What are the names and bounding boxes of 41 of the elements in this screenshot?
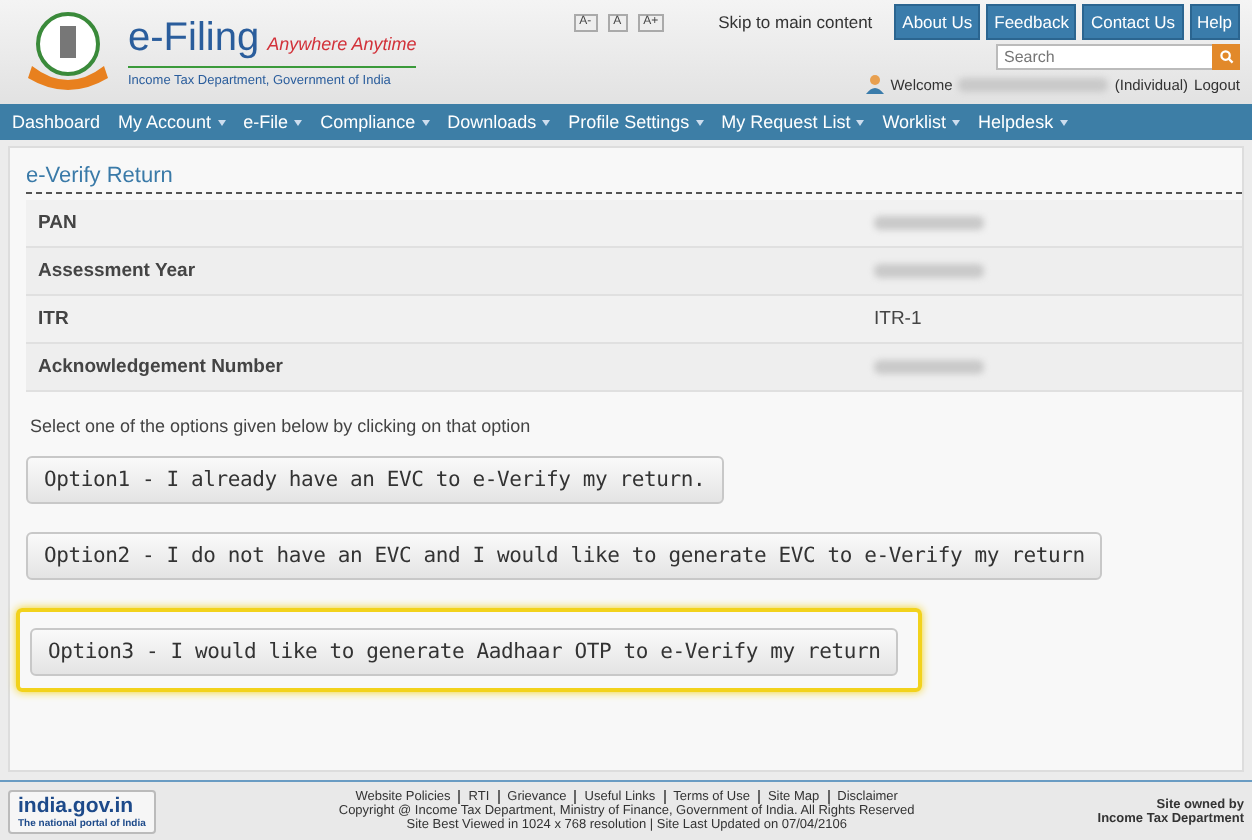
option-button[interactable]: Option2 - I do not have an EVC and I would like to generate EVC to e-Verify my return bbox=[26, 532, 1103, 580]
top-button[interactable]: Help bbox=[1189, 4, 1240, 40]
detail-label: PAN bbox=[38, 212, 79, 234]
caret-icon bbox=[1059, 119, 1068, 125]
caret-icon bbox=[856, 119, 865, 125]
top-button[interactable]: Feedback bbox=[986, 4, 1077, 40]
nav-menu-item[interactable]: Worklist bbox=[882, 112, 947, 132]
nav-menu-item[interactable]: My Request List bbox=[721, 112, 851, 132]
instruction-text: Select one of the options given below by clicking on that option bbox=[30, 416, 533, 436]
brand-name: e-Filing bbox=[128, 16, 260, 62]
redacted-value bbox=[874, 216, 984, 230]
nav-menu-item[interactable]: Downloads bbox=[447, 112, 537, 132]
caret-icon bbox=[217, 119, 226, 125]
option-button[interactable]: Option3 - I would like to generate Aadhaar OTP to e-Verify my return bbox=[30, 628, 899, 676]
search-field[interactable]: Search bbox=[996, 44, 1212, 70]
nav-menu-item[interactable]: Profile Settings bbox=[568, 112, 690, 132]
nav-menu-item[interactable]: Dashboard bbox=[12, 112, 101, 132]
nav-menu-item[interactable]: My Account bbox=[118, 112, 212, 132]
page-title: e-Verify Return bbox=[26, 164, 1242, 194]
search-icon[interactable] bbox=[1212, 44, 1240, 70]
top-button[interactable]: About Us bbox=[894, 4, 981, 40]
caret-icon bbox=[695, 119, 704, 125]
caret-icon bbox=[542, 119, 551, 125]
nav-menu-item[interactable]: Compliance bbox=[320, 112, 416, 132]
redacted-value bbox=[874, 360, 984, 374]
tagline: Anywhere Anytime bbox=[267, 34, 417, 54]
detail-label: Assessment Year bbox=[38, 260, 198, 282]
option-button[interactable]: Option1 - I already have an EVC to e-Verify my return. bbox=[26, 456, 724, 504]
nav-menu-item[interactable]: Helpdesk bbox=[978, 112, 1054, 132]
skip-link[interactable]: Skip to main content bbox=[718, 12, 873, 32]
detail-label: Acknowledgement Number bbox=[38, 356, 285, 378]
caret-icon bbox=[421, 119, 430, 125]
detail-label: ITR bbox=[38, 308, 71, 330]
user-icon bbox=[866, 74, 885, 94]
redacted-value bbox=[874, 264, 984, 278]
emblem-logo bbox=[24, 10, 112, 94]
caret-icon bbox=[952, 119, 961, 125]
top-button[interactable]: Contact Us bbox=[1082, 4, 1184, 40]
caret-icon bbox=[294, 119, 303, 125]
nav-menu-item[interactable]: e-File bbox=[243, 112, 289, 132]
detail-value: ITR-1 bbox=[874, 308, 924, 330]
